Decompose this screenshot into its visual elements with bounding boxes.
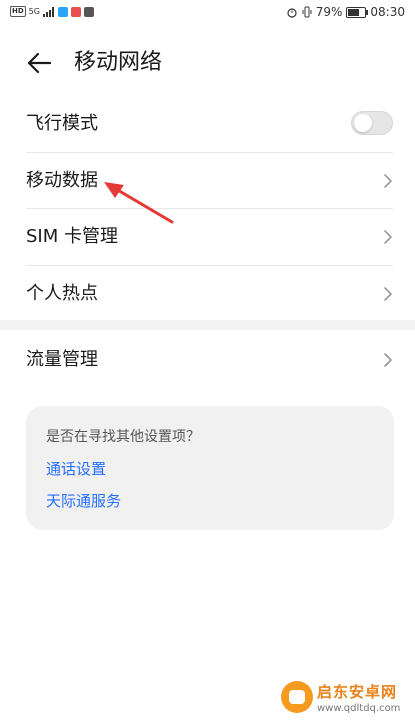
wechat-icon (83, 6, 94, 17)
back-arrow-icon[interactable] (24, 48, 54, 78)
battery-percent: 79% (315, 5, 343, 19)
personal-hotspot-label: 个人热点 (26, 283, 98, 304)
traffic-management-row[interactable]: 流量管理 (0, 332, 415, 388)
toggle-knob (354, 114, 372, 132)
header: 移动网络 (0, 40, 415, 84)
tianjitong-service-link[interactable]: 天际通服务 (46, 490, 121, 511)
airplane-mode-row[interactable]: 飞行模式 (0, 96, 415, 152)
signal-icon (42, 6, 54, 17)
chevron-right-icon (384, 353, 392, 367)
vibrate-icon (302, 6, 312, 18)
chevron-right-icon (384, 287, 392, 301)
clock: 08:30 (370, 5, 405, 19)
alarm-icon (287, 8, 297, 18)
status-right: 79% 08:30 (286, 5, 405, 19)
suggestion-question: 是否在寻找其他设置项？ (46, 429, 200, 445)
battery-icon (346, 6, 369, 18)
signal-text: 5G (28, 6, 40, 16)
watermark-logo-icon (281, 681, 313, 713)
mobile-data-label: 移动数据 (26, 170, 98, 191)
wifi-icon (57, 6, 68, 17)
sim-management-row[interactable]: SIM 卡管理 (0, 209, 415, 265)
chevron-right-icon (384, 230, 392, 244)
airplane-mode-toggle[interactable] (351, 111, 393, 135)
sim-management-label: SIM 卡管理 (26, 226, 118, 247)
page-title: 移动网络 (74, 50, 163, 75)
call-settings-link[interactable]: 通话设置 (46, 458, 106, 479)
status-left: HD 5G (10, 6, 94, 17)
chevron-right-icon (384, 174, 392, 188)
section-divider (0, 320, 415, 330)
message-icon (70, 6, 81, 17)
suggestion-card: 是否在寻找其他设置项？ 通话设置 天际通服务 (26, 406, 394, 530)
personal-hotspot-row[interactable]: 个人热点 (0, 266, 415, 322)
watermark-url: www.qdltdq.com (317, 703, 401, 714)
airplane-mode-label: 飞行模式 (26, 113, 98, 134)
status-bar: HD 5G 79% 08:30 (0, 0, 415, 26)
watermark-name: 启东安卓网 (317, 683, 398, 701)
mobile-data-row[interactable]: 移动数据 (0, 153, 415, 209)
watermark: 启东安卓网 www.qdltdq.com (281, 681, 409, 721)
hd-badge: HD (10, 6, 26, 17)
traffic-management-label: 流量管理 (26, 349, 98, 370)
